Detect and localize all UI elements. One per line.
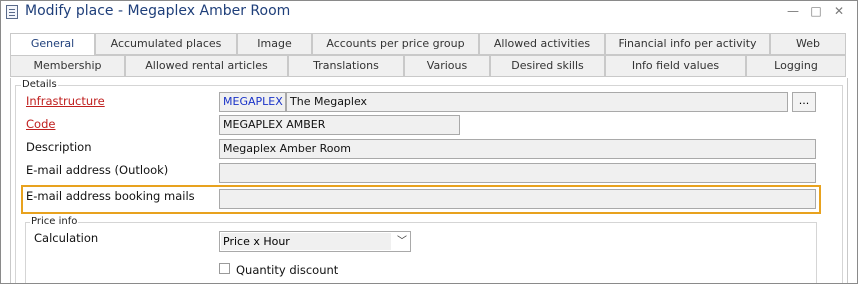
window-title: Modify place - Megaplex Amber Room [25, 3, 291, 19]
tab-allowed-activities[interactable]: Allowed activities [479, 33, 605, 55]
tab-image[interactable]: Image [237, 33, 312, 55]
tab-various[interactable]: Various [404, 55, 490, 77]
calculation-selected-value: Price x Hour [223, 235, 290, 248]
minimize-icon[interactable]: — [786, 4, 800, 18]
quantity-discount-label[interactable]: Quantity discount [236, 263, 338, 277]
tab-desired-skills[interactable]: Desired skills [490, 55, 605, 77]
tab-accumulated-places[interactable]: Accumulated places [95, 33, 237, 55]
tab-financial-info-per-activity[interactable]: Financial info per activity [605, 33, 770, 55]
form-icon [6, 5, 18, 19]
maximize-icon[interactable]: □ [809, 4, 823, 18]
code-field[interactable]: MEGAPLEX AMBER [219, 115, 460, 135]
tab-logging[interactable]: Logging [746, 55, 846, 77]
chevron-down-icon: ﹀ [397, 236, 407, 247]
details-group-title: Details [21, 79, 58, 90]
email-outlook-label: E-mail address (Outlook) [26, 163, 169, 177]
email-outlook-field[interactable] [219, 163, 816, 183]
close-icon[interactable]: ✕ [832, 4, 846, 18]
code-label: Code [26, 117, 56, 131]
tab-general[interactable]: General [10, 33, 95, 56]
description-field[interactable]: Megaplex Amber Room [219, 139, 816, 159]
tab-web[interactable]: Web [770, 33, 846, 55]
price-info-group [25, 222, 817, 283]
infrastructure-name-field: The Megaplex [286, 92, 788, 112]
modify-place-window: Modify place - Megaplex Amber Room — □ ✕… [0, 0, 858, 284]
description-label: Description [26, 140, 92, 154]
calculation-select[interactable]: Price x Hour ﹀ [219, 231, 411, 252]
price-info-group-title: Price info [30, 216, 79, 227]
email-booking-label: E-mail address booking mails [26, 189, 195, 203]
infrastructure-browse-button[interactable]: ... [792, 92, 816, 112]
tab-accounts-per-price-group[interactable]: Accounts per price group [312, 33, 479, 55]
infrastructure-code-field[interactable]: MEGAPLEX [219, 92, 286, 112]
tab-info-field-values[interactable]: Info field values [605, 55, 746, 77]
tab-allowed-rental-articles[interactable]: Allowed rental articles [125, 55, 288, 77]
infrastructure-label[interactable]: Infrastructure [26, 94, 105, 108]
title-bar: Modify place - Megaplex Amber Room — □ ✕ [1, 1, 857, 25]
quantity-discount-checkbox[interactable] [219, 263, 230, 274]
tab-panel-general: Details Infrastructure MEGAPLEX The Mega… [10, 78, 848, 283]
email-booking-field[interactable] [219, 189, 816, 209]
tab-membership[interactable]: Membership [10, 55, 125, 77]
calculation-label: Calculation [34, 231, 99, 245]
tab-translations[interactable]: Translations [288, 55, 404, 77]
